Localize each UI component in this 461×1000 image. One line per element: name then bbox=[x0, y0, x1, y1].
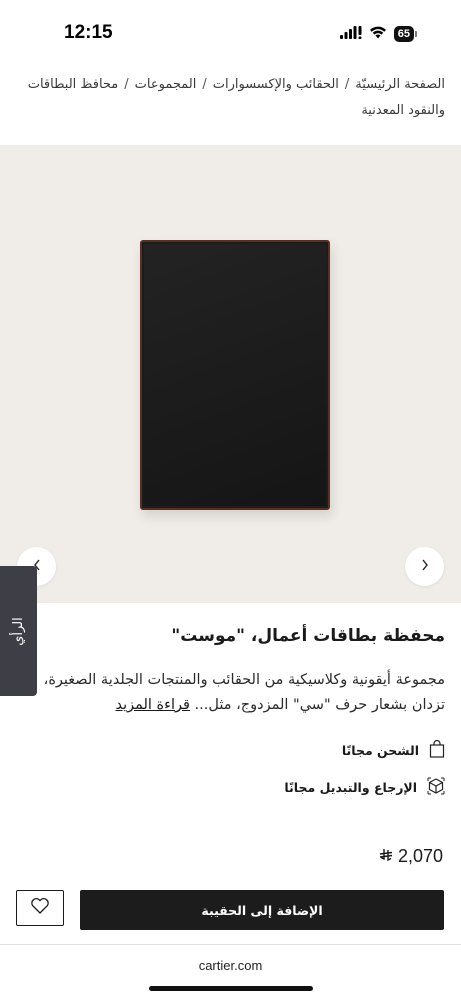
breadcrumb-collections[interactable]: المجموعات bbox=[135, 77, 197, 92]
footer-divider bbox=[0, 944, 461, 945]
battery-icon: 65 bbox=[393, 25, 417, 42]
saudi-riyal-icon bbox=[379, 846, 393, 867]
breadcrumb-separator: / bbox=[202, 77, 207, 92]
signal-icon bbox=[339, 24, 362, 43]
free-shipping-label: الشحن مجانًا bbox=[341, 743, 419, 758]
breadcrumb-separator: / bbox=[124, 77, 129, 92]
add-to-bag-button[interactable]: الإضافة إلى الحقيبة bbox=[80, 890, 444, 930]
read-more-link[interactable]: قراءة المزيد bbox=[115, 697, 189, 713]
free-shipping-row: الشحن مجانًا bbox=[341, 739, 445, 761]
free-returns-label: الإرجاع والتبديل مجانًا bbox=[284, 780, 417, 795]
free-returns-row: الإرجاع والتبديل مجانًا bbox=[284, 777, 445, 798]
feedback-tab-label: الرأي bbox=[10, 616, 26, 646]
breadcrumb: الصفحة الرئيسيّة / الحقائب والإكسسوارات / ال… bbox=[14, 72, 445, 124]
product-image-carousel[interactable] bbox=[0, 145, 461, 603]
product-image-wallet bbox=[140, 240, 330, 510]
home-indicator[interactable] bbox=[149, 986, 313, 991]
breadcrumb-separator: / bbox=[344, 77, 350, 92]
product-description-text: مجموعة أيقونية وكلاسيكية من الحقائب والم… bbox=[43, 672, 445, 713]
status-bar: 12:15 65 bbox=[0, 0, 461, 66]
status-time: 12:15 bbox=[64, 22, 113, 43]
breadcrumb-home[interactable]: الصفحة الرئيسيّة bbox=[355, 77, 445, 92]
price-value: 2,070 bbox=[397, 846, 443, 866]
product-title: محفظة بطاقات أعمال، "موست" bbox=[171, 626, 445, 646]
heart-icon bbox=[30, 897, 50, 919]
carousel-next-button[interactable] bbox=[405, 547, 444, 586]
wishlist-button[interactable] bbox=[16, 890, 64, 926]
battery-level: 65 bbox=[393, 25, 414, 42]
chevron-right-icon bbox=[420, 557, 430, 576]
product-price: 2,070 bbox=[379, 846, 443, 867]
shopping-bag-icon bbox=[429, 739, 445, 761]
wifi-icon bbox=[369, 24, 387, 43]
product-description: مجموعة أيقونية وكلاسيكية من الحقائب والم… bbox=[28, 668, 445, 718]
status-icons: 65 bbox=[339, 24, 417, 43]
breadcrumb-bags-accessories[interactable]: الحقائب والإكسسوارات bbox=[213, 77, 339, 92]
browser-url-bar[interactable]: cartier.com bbox=[0, 958, 461, 973]
box-return-icon bbox=[427, 777, 445, 798]
